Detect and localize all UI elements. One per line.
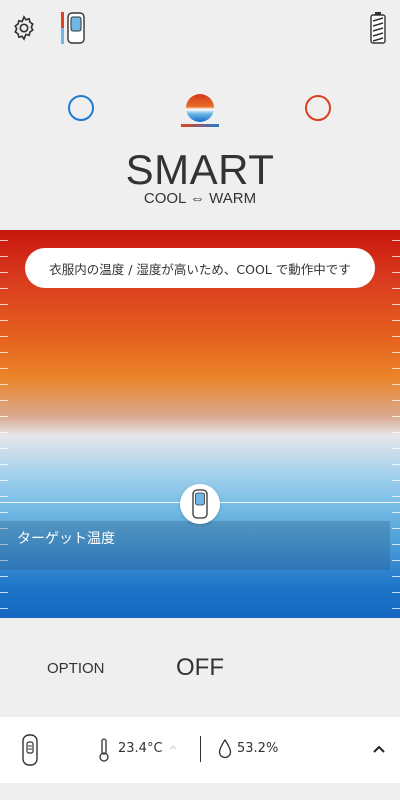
selected-mode-underline — [181, 124, 219, 127]
status-message: 衣服内の温度 / 湿度が高いため、COOL で動作中です — [25, 248, 375, 288]
device-handle-icon — [192, 489, 208, 519]
device-icon[interactable] — [56, 10, 90, 46]
scale-tick — [392, 464, 400, 465]
mode-title: SMART — [125, 146, 275, 193]
top-bar — [0, 0, 400, 60]
battery-icon[interactable] — [368, 10, 388, 46]
scale-tick — [392, 240, 400, 241]
scale-tick — [0, 576, 8, 577]
mode-selector — [0, 88, 400, 134]
scale-tick — [392, 304, 400, 305]
scale-tick — [0, 304, 8, 305]
option-label: OPTION — [47, 660, 105, 677]
gear-icon[interactable] — [8, 12, 40, 44]
scale-tick — [0, 240, 8, 241]
scale-tick — [392, 368, 400, 369]
mode-smart-button[interactable] — [180, 88, 220, 128]
scale-tick — [0, 432, 8, 433]
scale-tick — [392, 592, 400, 593]
scale-tick — [0, 416, 8, 417]
scale-tick — [0, 592, 8, 593]
scale-tick — [392, 448, 400, 449]
humidity-drop-icon — [218, 738, 232, 760]
smart-mode-icon — [186, 94, 214, 122]
scale-tick — [392, 528, 400, 529]
thermometer-icon — [98, 738, 110, 762]
scale-tick — [0, 448, 8, 449]
mode-cool-button[interactable] — [61, 88, 101, 128]
scale-tick — [0, 272, 8, 273]
scale-tick — [392, 256, 400, 257]
scale-tick — [0, 256, 8, 257]
target-temperature-label: ターゲット温度 — [17, 531, 115, 547]
option-value[interactable]: OFF — [176, 654, 224, 682]
cool-ring-icon — [68, 95, 94, 121]
scale-tick — [392, 608, 400, 609]
scale-tick — [392, 288, 400, 289]
chevron-up-icon[interactable] — [368, 738, 390, 760]
scale-tick — [392, 544, 400, 545]
scale-tick — [392, 496, 400, 497]
scale-tick — [392, 400, 400, 401]
scale-tick — [0, 480, 8, 481]
bottom-padding — [0, 783, 400, 800]
right-tick-scale — [392, 230, 400, 618]
humidity-reading: 53.2% — [237, 741, 279, 756]
scale-tick — [0, 336, 8, 337]
target-handle[interactable] — [180, 484, 220, 524]
scale-tick — [392, 576, 400, 577]
scale-tick — [0, 400, 8, 401]
scale-tick — [392, 384, 400, 385]
scale-tick — [0, 512, 8, 513]
scale-tick — [392, 320, 400, 321]
scale-tick — [0, 320, 8, 321]
scale-tick — [392, 432, 400, 433]
device-status-icon[interactable] — [20, 734, 40, 766]
scale-tick — [392, 336, 400, 337]
scale-tick — [392, 480, 400, 481]
scale-tick — [0, 352, 8, 353]
warm-ring-icon — [305, 95, 331, 121]
scale-tick — [0, 288, 8, 289]
scale-tick — [392, 560, 400, 561]
scale-tick — [0, 384, 8, 385]
scale-tick — [0, 464, 8, 465]
scale-tick — [392, 512, 400, 513]
scale-tick — [0, 368, 8, 369]
mode-subtitle: COOL ⇔ WARM — [143, 190, 257, 207]
temperature-reading: 23.4°C — [118, 741, 163, 756]
divider — [200, 736, 201, 762]
scale-tick — [392, 416, 400, 417]
mode-warm-button[interactable] — [298, 88, 338, 128]
scale-tick — [0, 496, 8, 497]
scale-tick — [392, 272, 400, 273]
scale-tick — [392, 352, 400, 353]
chevron-up-faint-icon: ^ — [168, 744, 179, 758]
scale-tick — [0, 608, 8, 609]
